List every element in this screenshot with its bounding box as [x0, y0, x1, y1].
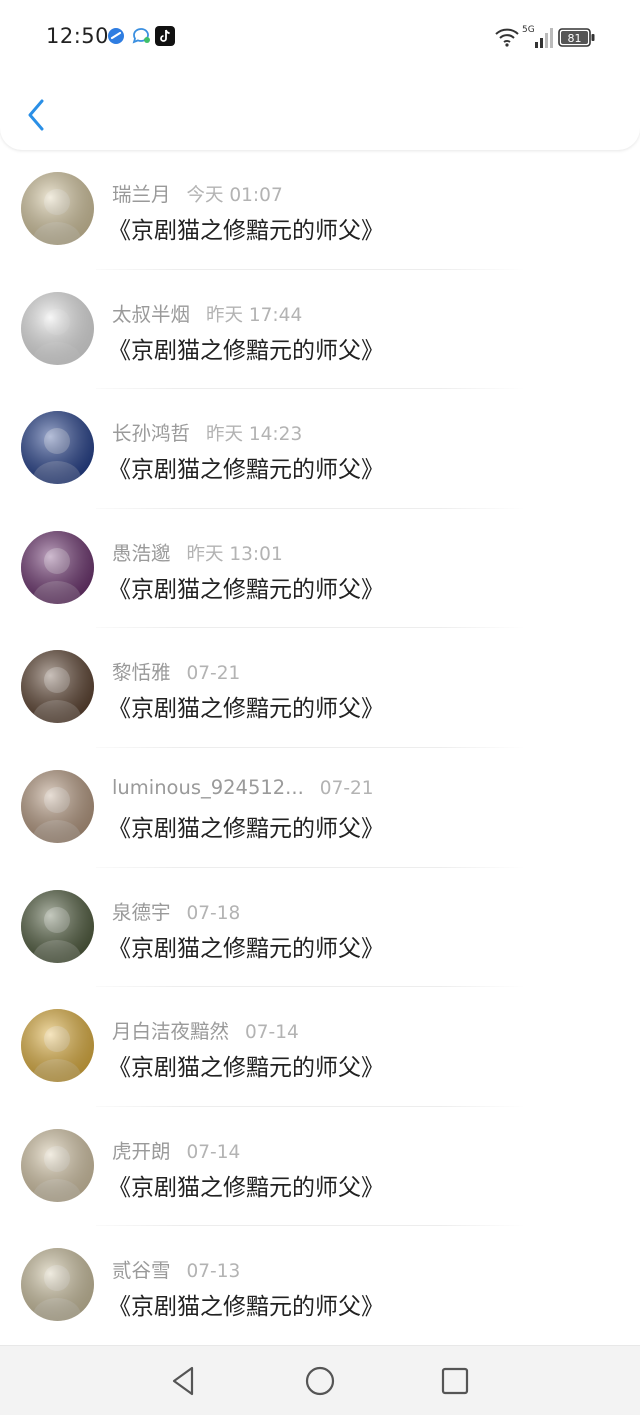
message-time: 07-14	[245, 1022, 299, 1044]
message-text: 《京剧猫之修黯元的师父》	[108, 696, 384, 723]
message-time: 07-21	[186, 663, 241, 685]
sender-name: 瑞兰月 今天 01:07	[112, 178, 283, 207]
message-time: 昨天 14:23	[206, 424, 303, 446]
message-text: 《京剧猫之修黯元的师父》	[108, 1055, 384, 1082]
system-nav-bar	[0, 1345, 640, 1415]
avatar[interactable]	[21, 291, 94, 365]
list-item[interactable]: luminous_924512... 07-21 《京剧猫之修黯元的师父》	[0, 748, 640, 868]
list-item[interactable]: 贰谷雪 07-13 《京剧猫之修黯元的师父》	[0, 1226, 640, 1346]
square-recent-icon	[441, 1367, 469, 1395]
sender-name-text: 黎恬雅	[112, 661, 171, 685]
sender-name-text: 瑞兰月	[112, 183, 171, 206]
sender-name: 太叔半烟 昨天 17:44	[112, 298, 302, 327]
sender-name-text: luminous_924512...	[112, 775, 304, 799]
status-bar: 12:50 5G 81	[0, 0, 640, 76]
sender-name: 贰谷雪 07-13	[112, 1254, 240, 1283]
list-item[interactable]: 愚浩邈 昨天 13:01 《京剧猫之修黯元的师父》	[0, 509, 640, 629]
list-item[interactable]: 泉德宇 07-18 《京剧猫之修黯元的师父》	[0, 868, 640, 988]
list-item[interactable]: 虎开朗 07-14 《京剧猫之修黯元的师父》	[0, 1107, 640, 1227]
top-bar: 12:50 5G 81	[0, 0, 640, 150]
sender-name: 黎恬雅 07-21	[112, 656, 240, 685]
avatar[interactable]	[21, 889, 94, 963]
nav-recent-button[interactable]	[434, 1360, 476, 1402]
avatar[interactable]	[21, 411, 94, 485]
sender-name-text: 泉德宇	[112, 900, 171, 924]
signal-icon: 5G	[522, 22, 554, 54]
sender-name: 愚浩邈 昨天 13:01	[112, 537, 283, 566]
sender-name: 长孙鸿哲 昨天 14:23	[112, 417, 302, 446]
sender-name-text: 月白洁夜黯然	[112, 1020, 230, 1044]
sender-name-text: 太叔半烟	[112, 302, 191, 326]
sender-name-text: 愚浩邈	[112, 541, 171, 565]
avatar[interactable]	[21, 1248, 94, 1322]
sender-name-text: 贰谷雪	[112, 1259, 171, 1283]
network-label: 5G	[522, 25, 535, 35]
message-time: 昨天 13:01	[186, 543, 283, 565]
avatar[interactable]	[21, 530, 94, 604]
chat-bubble-icon	[131, 26, 151, 46]
message-text: 《京剧猫之修黯元的师父》	[108, 1174, 384, 1201]
sender-name: 泉德宇 07-18	[112, 896, 240, 925]
nav-back-button[interactable]	[162, 1360, 204, 1402]
message-text: 《京剧猫之修黯元的师父》	[108, 1294, 384, 1321]
list-item[interactable]: 太叔半烟 昨天 17:44 《京剧猫之修黯元的师父》	[0, 270, 640, 390]
battery-icon: 81	[558, 28, 596, 52]
circle-home-icon	[305, 1366, 335, 1396]
blue-app-icon	[106, 26, 126, 46]
avatar[interactable]	[21, 650, 94, 724]
sender-name: luminous_924512... 07-21	[112, 776, 374, 799]
message-list: 瑞兰月 今天 01:07 《京剧猫之修黯元的师父》 太叔半烟 昨天 17:44 《京剧猫之…	[0, 150, 640, 1346]
sender-name-text: 虎开朗	[112, 1139, 171, 1163]
battery-level: 81	[568, 32, 582, 45]
list-item[interactable]: 月白洁夜黯然 07-14 《京剧猫之修黯元的师父》	[0, 987, 640, 1107]
message-text: 《京剧猫之修黯元的师父》	[108, 457, 384, 484]
message-time: 07-13	[186, 1261, 241, 1283]
avatar[interactable]	[21, 769, 94, 843]
nav-home-button[interactable]	[299, 1360, 341, 1402]
list-item[interactable]: 瑞兰月 今天 01:07 《京剧猫之修黯元的师父》	[0, 150, 640, 270]
triangle-back-icon	[172, 1366, 194, 1396]
back-button[interactable]	[14, 92, 58, 138]
sender-name: 虎开朗 07-14	[112, 1135, 240, 1164]
wifi-icon	[494, 26, 520, 52]
message-text: 《京剧猫之修黯元的师父》	[108, 815, 384, 842]
message-time: 今天 01:07	[186, 185, 283, 206]
tiktok-icon	[155, 26, 175, 46]
list-item[interactable]: 长孙鸿哲 昨天 14:23 《京剧猫之修黯元的师父》	[0, 389, 640, 509]
message-text: 《京剧猫之修黯元的师父》	[108, 935, 384, 962]
avatar[interactable]	[21, 1128, 94, 1202]
avatar[interactable]	[21, 172, 94, 245]
status-time: 12:50	[46, 24, 110, 48]
screen: 12:50 5G 81 瑞兰月 今天 01:07 《京剧猫之修黯元的师父》 太叔…	[0, 0, 640, 1415]
message-time: 07-21	[319, 777, 374, 799]
message-text: 《京剧猫之修黯元的师父》	[108, 218, 384, 244]
message-time: 07-18	[186, 902, 241, 924]
sender-name: 月白洁夜黯然 07-14	[112, 1015, 299, 1044]
sender-name-text: 长孙鸿哲	[112, 422, 191, 446]
list-item[interactable]: 黎恬雅 07-21 《京剧猫之修黯元的师父》	[0, 628, 640, 748]
message-text: 《京剧猫之修黯元的师父》	[108, 576, 384, 603]
message-text: 《京剧猫之修黯元的师父》	[108, 337, 384, 364]
message-time: 07-14	[186, 1141, 241, 1163]
message-time: 昨天 17:44	[206, 304, 303, 326]
chevron-left-icon	[28, 99, 44, 131]
avatar[interactable]	[21, 1009, 94, 1083]
